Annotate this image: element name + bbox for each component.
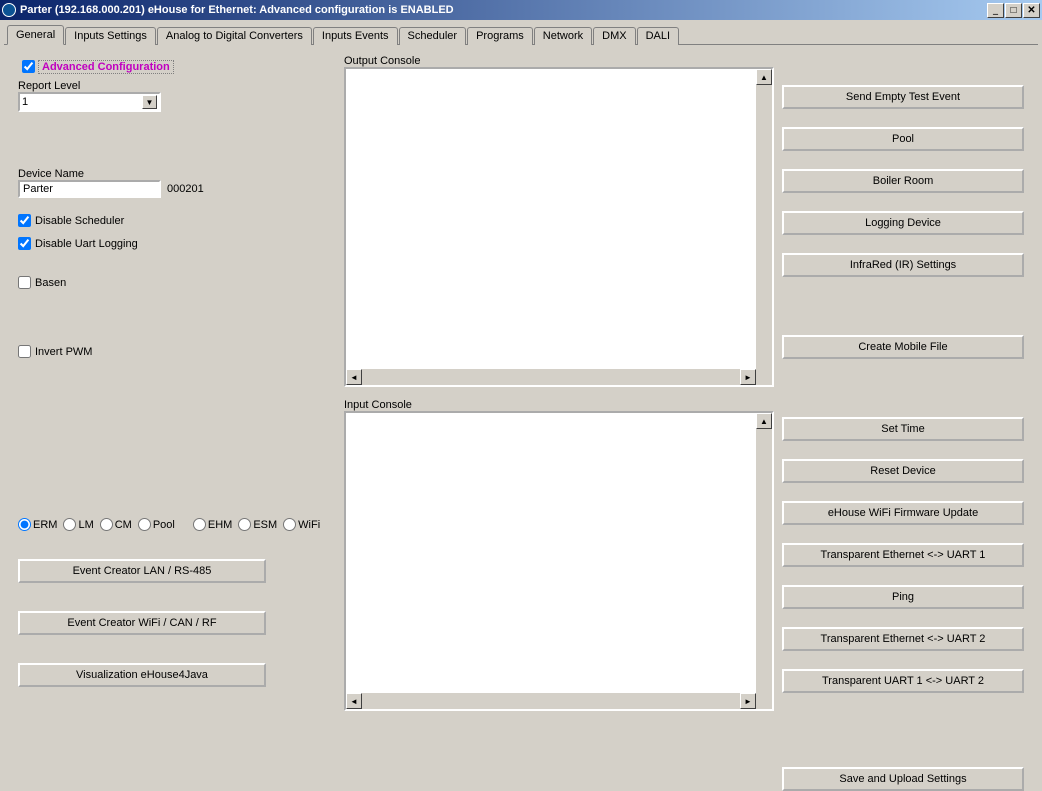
set-time-button[interactable]: Set Time [782, 417, 1024, 441]
radio-ehm-label: EHM [208, 519, 232, 531]
scroll-left-icon[interactable]: ◄ [346, 693, 362, 709]
send-empty-test-event-button[interactable]: Send Empty Test Event [782, 85, 1024, 109]
radio-wifi-label: WiFi [298, 519, 320, 531]
transparent-eth-uart1-button[interactable]: Transparent Ethernet <-> UART 1 [782, 543, 1024, 567]
scroll-corner [756, 693, 772, 709]
disable-scheduler-label: Disable Scheduler [35, 215, 124, 227]
advanced-config-label: Advanced Configuration [38, 60, 174, 74]
scroll-left-icon[interactable]: ◄ [346, 369, 362, 385]
general-panel: Advanced Configuration Report Level 1 ▼ … [4, 45, 1038, 743]
radio-lm[interactable] [63, 518, 76, 531]
radio-erm[interactable] [18, 518, 31, 531]
device-name-label: Device Name [18, 168, 348, 180]
report-level-combo[interactable]: 1 ▼ [18, 92, 161, 112]
firmware-update-button[interactable]: eHouse WiFi Firmware Update [782, 501, 1024, 525]
radio-pool-label: Pool [153, 519, 175, 531]
boiler-room-button[interactable]: Boiler Room [782, 169, 1024, 193]
tab-adc[interactable]: Analog to Digital Converters [157, 27, 312, 45]
right-column: Send Empty Test Event Pool Boiler Room L… [782, 85, 1024, 791]
scroll-right-icon[interactable]: ► [740, 693, 756, 709]
invert-pwm-label: Invert PWM [35, 346, 92, 358]
disable-uart-checkbox[interactable] [18, 237, 31, 250]
minimize-button[interactable]: _ [987, 3, 1004, 18]
maximize-button[interactable]: □ [1005, 3, 1022, 18]
invert-pwm-checkbox[interactable] [18, 345, 31, 358]
basen-checkbox[interactable] [18, 276, 31, 289]
reset-device-button[interactable]: Reset Device [782, 459, 1024, 483]
tab-general[interactable]: General [7, 25, 64, 45]
chevron-down-icon[interactable]: ▼ [142, 95, 157, 109]
pool-button[interactable]: Pool [782, 127, 1024, 151]
visualization-button[interactable]: Visualization eHouse4Java [18, 663, 266, 687]
output-console[interactable]: ▲ ◄ ► [344, 67, 774, 387]
app-icon [2, 3, 16, 17]
radio-lm-label: LM [78, 519, 93, 531]
radio-erm-label: ERM [33, 519, 57, 531]
radio-wifi[interactable] [283, 518, 296, 531]
window-controls: _ □ ✕ [986, 3, 1040, 18]
create-mobile-file-button[interactable]: Create Mobile File [782, 335, 1024, 359]
middle-column: Output Console ▲ ◄ ► Input Console ▲ ◄ ► [344, 55, 778, 711]
report-level-value: 1 [22, 96, 28, 108]
tab-scheduler[interactable]: Scheduler [399, 27, 467, 45]
disable-uart-label: Disable Uart Logging [35, 238, 138, 250]
save-upload-button[interactable]: Save and Upload Settings [782, 767, 1024, 791]
window-title: Parter (192.168.000.201) eHouse for Ethe… [20, 4, 986, 16]
radio-cm-label: CM [115, 519, 132, 531]
scroll-up-icon[interactable]: ▲ [756, 69, 772, 85]
tab-dali[interactable]: DALI [637, 27, 679, 45]
radio-ehm[interactable] [193, 518, 206, 531]
tab-inputs-events[interactable]: Inputs Events [313, 27, 398, 45]
input-console[interactable]: ▲ ◄ ► [344, 411, 774, 711]
input-vscrollbar[interactable]: ▲ [756, 413, 772, 693]
report-level-label: Report Level [18, 80, 348, 92]
transparent-uart1-uart2-button[interactable]: Transparent UART 1 <-> UART 2 [782, 669, 1024, 693]
scroll-corner [756, 369, 772, 385]
device-name-input[interactable]: Parter [18, 180, 161, 198]
transparent-eth-uart2-button[interactable]: Transparent Ethernet <-> UART 2 [782, 627, 1024, 651]
radio-pool[interactable] [138, 518, 151, 531]
tab-network[interactable]: Network [534, 27, 592, 45]
infrared-settings-button[interactable]: InfraRed (IR) Settings [782, 253, 1024, 277]
client-area: General Inputs Settings Analog to Digita… [0, 20, 1042, 747]
disable-scheduler-checkbox[interactable] [18, 214, 31, 227]
left-column: Advanced Configuration Report Level 1 ▼ … [18, 57, 348, 687]
advanced-config-checkbox[interactable] [22, 60, 35, 73]
input-console-label: Input Console [344, 399, 778, 411]
ping-button[interactable]: Ping [782, 585, 1024, 609]
radio-esm-label: ESM [253, 519, 277, 531]
title-bar: Parter (192.168.000.201) eHouse for Ethe… [0, 0, 1042, 20]
event-creator-lan-button[interactable]: Event Creator LAN / RS-485 [18, 559, 266, 583]
basen-label: Basen [35, 277, 66, 289]
tab-strip: General Inputs Settings Analog to Digita… [4, 24, 1038, 45]
event-creator-wifi-button[interactable]: Event Creator WiFi / CAN / RF [18, 611, 266, 635]
tab-inputs-settings[interactable]: Inputs Settings [65, 27, 156, 45]
radio-cm[interactable] [100, 518, 113, 531]
output-hscrollbar[interactable]: ◄ ► [346, 369, 756, 385]
close-button[interactable]: ✕ [1023, 3, 1040, 18]
scroll-right-icon[interactable]: ► [740, 369, 756, 385]
radio-esm[interactable] [238, 518, 251, 531]
input-hscrollbar[interactable]: ◄ ► [346, 693, 756, 709]
output-vscrollbar[interactable]: ▲ [756, 69, 772, 369]
tab-programs[interactable]: Programs [467, 27, 533, 45]
scroll-up-icon[interactable]: ▲ [756, 413, 772, 429]
output-console-label: Output Console [344, 55, 778, 67]
tab-dmx[interactable]: DMX [593, 27, 635, 45]
device-id-label: 000201 [167, 183, 204, 195]
logging-device-button[interactable]: Logging Device [782, 211, 1024, 235]
